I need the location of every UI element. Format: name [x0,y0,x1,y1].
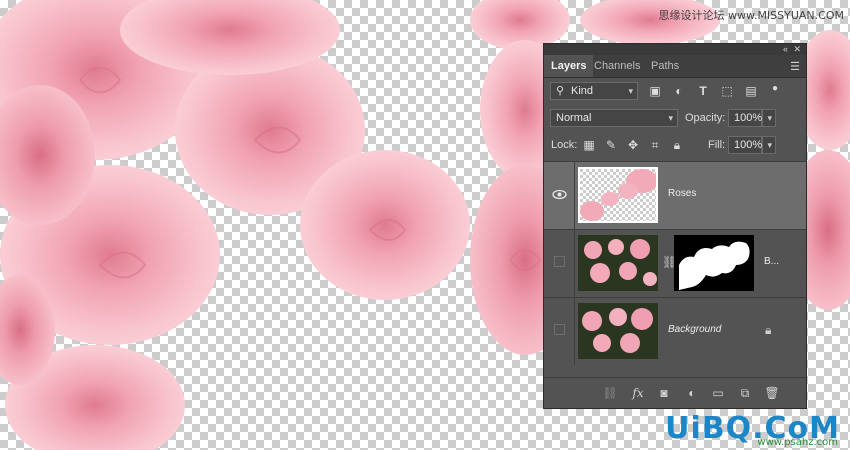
new-group-icon[interactable]: ▭ [710,385,726,401]
layer-thumbnail[interactable] [578,303,658,359]
eye-icon[interactable] [552,187,567,202]
lock-icon: 🔒︎ [765,323,772,337]
layers-panel: « ✕ Layers Channels Paths ☰ ⚲ Kind ▾ ▣ ◐… [543,43,807,409]
opacity-label: Opacity: [685,112,726,124]
visibility-toggle[interactable] [554,324,565,335]
tab-paths[interactable]: Paths [644,55,686,77]
image-filter-icon[interactable]: ▣ [648,84,662,98]
lock-artboard-icon[interactable]: ⌗ [648,138,662,152]
close-icon[interactable]: ✕ [793,44,801,55]
smart-object-filter-icon[interactable]: ▤ [744,84,758,98]
opacity-field[interactable]: 100% [728,109,762,127]
filter-kind-label: Kind [571,85,594,97]
visibility-toggle[interactable] [554,256,565,267]
chevron-down-icon: ▾ [628,86,633,96]
blend-row: Normal ▾ Opacity: 100% ▾ [544,108,806,130]
chevron-down-icon: ▾ [767,113,772,123]
chevron-down-icon: ▾ [668,113,673,123]
panel-footer: ⛓︎ fx ◙ ◐ ▭ ⧉ 🗑︎ [544,377,806,408]
opacity-slider-button[interactable]: ▾ [762,109,776,127]
layer-row-masked[interactable]: ⛓︎ B... [544,229,806,297]
filter-toggle-icon[interactable]: ● [768,82,782,96]
search-icon: ⚲ [556,85,565,97]
lock-label: Lock: [551,139,578,151]
shape-filter-icon[interactable]: ⬚ [720,84,734,98]
layer-row-roses[interactable]: Roses [544,161,806,229]
visibility-column-divider [574,162,575,229]
adjustment-layer-icon[interactable]: ◐ [684,385,700,401]
layer-name: Roses [668,188,697,199]
layer-name: B... [764,256,780,267]
layer-row-background[interactable]: Background 🔒︎ [544,297,806,365]
chevron-down-icon: ▾ [767,140,772,150]
fill-field[interactable]: 100% [728,136,762,154]
add-mask-icon[interactable]: ◙ [656,385,672,401]
lock-row: Lock: ▦ ✎ ✥ ⌗ 🔒︎ Fill: 100% ▾ [544,135,806,157]
panel-menu-icon[interactable]: ☰ [790,60,800,73]
lock-all-icon[interactable]: 🔒︎ [670,138,684,152]
fill-label: Fill: [708,139,726,151]
layer-name: Background [668,324,722,335]
watermark-url: www.psahz.com [757,437,838,448]
link-layers-icon[interactable]: ⛓︎ [602,385,618,401]
panel-tabs: Layers Channels Paths ☰ [544,55,806,78]
lock-transparent-icon[interactable]: ▦ [582,138,596,152]
blend-mode-value: Normal [556,112,592,124]
watermark-top: 思缘设计论坛 www.MISSYUAN.COM [658,9,844,22]
tab-channels[interactable]: Channels [587,55,647,77]
lock-image-icon[interactable]: ✎ [604,138,618,152]
new-layer-icon[interactable]: ⧉ [737,385,753,401]
filter-kind-select[interactable]: ⚲ Kind ▾ [550,82,638,100]
visibility-column-divider [574,230,575,297]
mask-thumbnail[interactable] [674,235,754,291]
trash-icon[interactable]: 🗑︎ [764,385,780,401]
visibility-column-divider [574,298,575,365]
double-chevron-icon[interactable]: « [783,44,788,55]
lock-position-icon[interactable]: ✥ [626,138,640,152]
layer-thumbnail[interactable] [578,167,658,223]
filter-row: ⚲ Kind ▾ ▣ ◐ T ⬚ ▤ ● [544,81,806,103]
type-filter-icon[interactable]: T [696,84,710,98]
fill-slider-button[interactable]: ▾ [762,136,776,154]
panel-title-bar: « ✕ [544,44,806,55]
fx-icon[interactable]: fx [630,385,646,401]
blend-mode-select[interactable]: Normal ▾ [550,109,678,127]
adjustment-filter-icon[interactable]: ◐ [672,84,686,98]
layer-thumbnail[interactable] [578,235,658,291]
